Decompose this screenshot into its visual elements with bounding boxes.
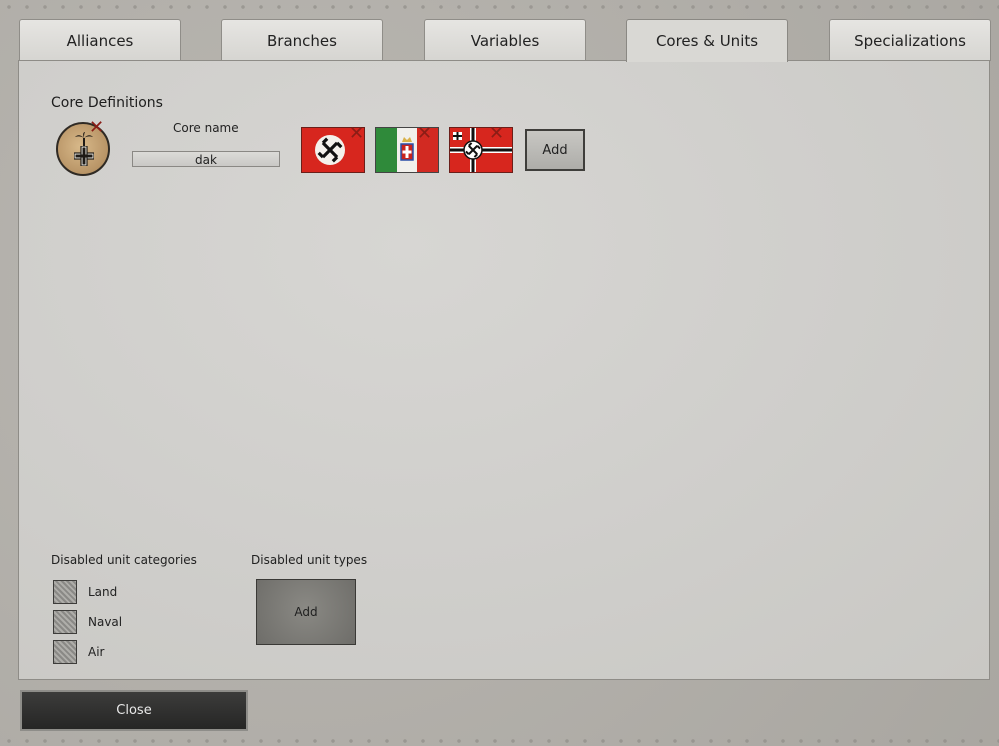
category-air-checkbox[interactable] (53, 640, 77, 664)
core-name-label: Core name (173, 121, 239, 135)
iron-cross-icon (74, 146, 94, 166)
category-land-label: Land (88, 585, 118, 599)
close-button[interactable]: Close (20, 690, 248, 731)
remove-flag-war-ensign-icon[interactable]: ✕ (489, 125, 504, 143)
category-naval-label: Naval (88, 615, 123, 629)
rivet-strip-top (0, 2, 999, 12)
tab-alliances[interactable]: Alliances (19, 19, 181, 61)
category-naval-checkbox[interactable] (53, 610, 77, 634)
disabled-unit-types-title: Disabled unit types (251, 553, 368, 567)
remove-flag-italy-icon[interactable]: ✕ (417, 125, 432, 143)
rivet-strip-bottom (0, 736, 999, 746)
tab-variables[interactable]: Variables (424, 19, 586, 61)
disabled-unit-categories-title: Disabled unit categories (51, 553, 197, 567)
core-definitions-title: Core Definitions (51, 95, 163, 111)
remove-flag-germany-icon[interactable]: ✕ (349, 125, 364, 143)
add-flag-button[interactable]: Add (525, 129, 585, 171)
core-name-input[interactable]: dak (132, 151, 280, 167)
cores-units-panel: Core Definitions ✕ Core name dak ✕ ✕ ✕ A… (18, 60, 990, 680)
add-unit-type-button[interactable]: Add (256, 579, 356, 645)
category-land-checkbox[interactable] (53, 580, 77, 604)
tab-cores-units[interactable]: Cores & Units (626, 19, 788, 62)
tab-branches[interactable]: Branches (221, 19, 383, 61)
category-air-label: Air (88, 645, 105, 659)
remove-emblem-icon[interactable]: ✕ (89, 119, 104, 137)
category-air-row[interactable]: Air (53, 639, 104, 665)
category-land-row[interactable]: Land (53, 579, 117, 605)
tab-specializations[interactable]: Specializations (829, 19, 991, 61)
category-naval-row[interactable]: Naval (53, 609, 122, 635)
